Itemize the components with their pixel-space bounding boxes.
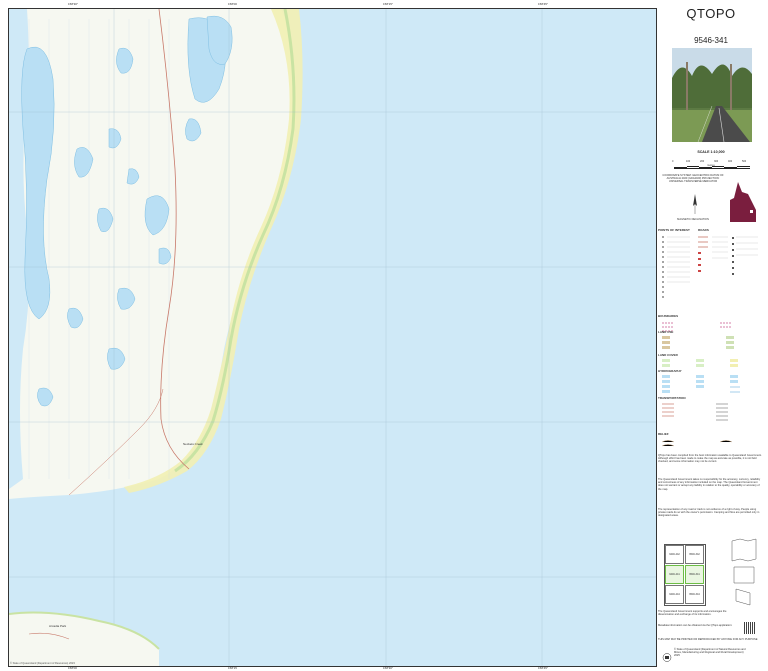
sheet-number: 9546-341 [694, 36, 728, 45]
grid-top-label: 158'30" [68, 2, 78, 6]
scale-bar [674, 156, 750, 169]
metadata-text: Metadata information can be obtained via… [658, 624, 733, 627]
grid-top-labels: 158'30" 158'00 158'15" 158'45" [8, 2, 655, 7]
legend-heading-landuse: LAND USE [658, 330, 674, 334]
legend-panel: QTOPO 9546-341 SCALE 1:10,000 0 100 200 [658, 4, 764, 667]
map-footer-note: © State of Queensland (Department of Res… [10, 662, 75, 665]
brand-title: QTOPO [686, 6, 736, 21]
disclaimer-1: QTopo has been compiled from the best in… [658, 454, 762, 464]
scale-tick: 0 [672, 160, 674, 163]
queensland-locator-map [728, 182, 758, 224]
legend-heading-landcover: LAND COVER [658, 353, 678, 357]
scale-tick: 400 [728, 160, 733, 163]
grid-top-label: 158'45" [538, 2, 548, 6]
place-label-2: Arcadia Park [49, 624, 67, 628]
grid-top-label: 158'00 [228, 2, 237, 6]
disclaimer-2: The Queensland Government takes no respo… [658, 478, 761, 491]
index-cell[interactable]: 9446-444 [665, 585, 684, 604]
index-cell[interactable]: 9546-342 [685, 545, 704, 564]
folding-diagram [728, 537, 762, 607]
place-label-1: Neckets Creek [183, 442, 203, 446]
grid-bottom-label: 158'00 [68, 666, 77, 670]
cover-photo [672, 48, 752, 142]
grid-bottom-label: 158'45" [538, 666, 548, 670]
map-sheet: Neckets Creek Arcadia Park 158'30" 158'0… [0, 0, 768, 671]
index-cell[interactable]: 9446-441 [665, 565, 684, 584]
projection-text: COORDINATE SYSTEM: GEOCENTRIC DATUM OF A… [662, 174, 724, 184]
copyright-text: © State of Queensland (Department of Nat… [674, 648, 746, 658]
legend-symbols-relief [660, 437, 760, 449]
north-arrow-icon [688, 194, 702, 214]
scale-tick: 200 [700, 160, 705, 163]
qr-code-icon[interactable] [744, 622, 756, 634]
magnetic-text: MAGNETIC DECLINATION [677, 218, 709, 221]
legend-symbols-boundaries [660, 319, 760, 332]
support-text: The Queensland Government supports and e… [658, 610, 727, 617]
legend-symbols-landuse [660, 335, 760, 351]
legend-symbols-transport [660, 401, 760, 431]
index-cell[interactable]: 9546-344 [685, 585, 704, 604]
index-cell-current[interactable]: 9546-341 [685, 565, 704, 584]
map-canvas: Neckets Creek Arcadia Park [9, 9, 656, 666]
scale-tick: 500 [742, 160, 747, 163]
grid-bottom-label: 158'15 [228, 666, 237, 670]
cover-photo-image [672, 48, 752, 142]
scale-tick: 300 [714, 160, 719, 163]
map-frame[interactable]: Neckets Creek Arcadia Park [8, 8, 657, 667]
legend-heading-transport: TRANSPORTATION [658, 396, 686, 400]
legend-heading-relief: RELIEF [658, 432, 669, 436]
scale-tick: 100 [686, 160, 691, 163]
scale-title: SCALE 1:10,000 [697, 150, 725, 154]
grid-bottom-label: 158'30" [383, 666, 393, 670]
legend-heading-roads: ROADS [698, 228, 709, 232]
index-cell[interactable]: 9446-442 [665, 545, 684, 564]
legend-heading-boundaries: BOUNDARIES [658, 314, 679, 318]
adjoining-sheets-index: 9446-442 9546-342 9446-441 9546-341 9446… [664, 544, 706, 606]
grid-top-label: 158'15" [383, 2, 393, 6]
legend-heading-points: POINTS OF INTEREST [658, 228, 690, 232]
not-for-sale-text: THIS MAP MAY BE PRINTED OR REPRODUCED BY… [658, 638, 758, 641]
disclaimer-3: The representation of any road or track … [658, 508, 760, 518]
scale-unit: metres [707, 164, 715, 167]
legend-symbols-block-1 [660, 234, 760, 304]
queensland-government-logo-icon [662, 649, 672, 662]
legend-heading-hydrography: HYDROGRAPHY [658, 369, 682, 373]
grid-bottom-labels: 158'00 158'15 158'30" 158'45" [8, 666, 655, 671]
